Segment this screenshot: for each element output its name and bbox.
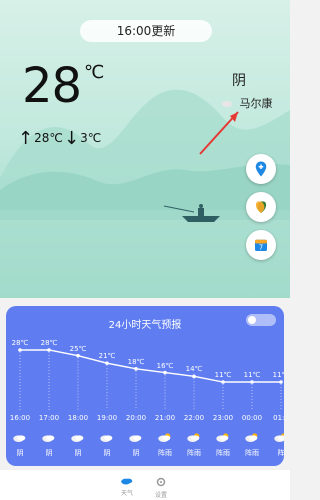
location-button[interactable] [246, 154, 276, 184]
hour-time: 20:00 [125, 414, 147, 422]
arrow-down-icon: ↓ [64, 128, 80, 149]
sun-rain-icon [187, 433, 200, 442]
nav-settings[interactable]: 设置 [146, 476, 176, 499]
hour-condition: 阵雨 [158, 449, 172, 457]
sun-rain-icon [245, 433, 258, 442]
cloud-icon [100, 435, 113, 442]
hour-condition: 阴 [45, 449, 53, 457]
temperature-point [134, 367, 138, 371]
hour-time: 23:00 [212, 414, 234, 422]
hour-temperature: 21℃ [98, 352, 116, 361]
hour-temperature: 16℃ [156, 361, 174, 370]
temperature-point [250, 380, 254, 384]
hour-temperature: 14℃ [185, 365, 203, 374]
temperature-point [18, 348, 22, 352]
cloud-icon [121, 478, 133, 485]
low-temperature: ↓3℃ [64, 128, 102, 149]
map-pin-icon [255, 161, 267, 177]
cloud-icon [71, 435, 84, 442]
hour-time: 22:00 [183, 414, 205, 422]
sun-rain-icon [158, 433, 171, 442]
weather-hero: 16:00更新 28 ℃ ↑28℃ ↓3℃ 阴 马尔康 7 [0, 0, 290, 298]
hourly-forecast-card: 24小时天气预报 28℃ 16:00 阴 28℃ 17:00 阴 25℃ 18:00 阴 21℃ 1… [6, 306, 284, 466]
temperature-point [192, 374, 196, 379]
hour-time: 21:00 [154, 414, 176, 422]
hour-condition: 阴 [16, 449, 24, 457]
temperature-point [279, 380, 283, 384]
calendar-icon: 7 [255, 239, 267, 252]
arrow-up-icon: ↑ [18, 128, 34, 149]
hour-temperature: 25℃ [69, 344, 87, 353]
gear-icon [156, 477, 166, 487]
cloud-icon [42, 435, 55, 442]
temperature-point [47, 348, 51, 352]
weather-condition: 阴 [232, 73, 246, 89]
hour-time: 16:00 [9, 414, 31, 422]
temperature-point [105, 361, 109, 365]
life-index-button[interactable] [246, 192, 276, 222]
calendar-button[interactable]: 7 [246, 230, 276, 260]
high-temperature: ↑28℃ [18, 128, 63, 149]
hour-temperature: 18℃ [127, 357, 145, 366]
hour-temperature: 11℃ [243, 371, 261, 379]
nav-settings-label: 设置 [154, 492, 167, 499]
temperature-point [76, 353, 80, 358]
temperature-unit: ℃ [84, 62, 105, 83]
cloud-icon [129, 435, 142, 442]
leaf-icon [255, 201, 267, 213]
hour-time: 00:00 [241, 414, 263, 422]
bottom-navigation: 天气 设置 [0, 470, 290, 500]
sun-rain-icon [216, 433, 229, 442]
sun-rain-icon [274, 433, 284, 442]
nav-weather[interactable]: 天气 [112, 476, 142, 497]
hour-time: 17:00 [38, 414, 60, 422]
hour-time: 19:00 [96, 414, 118, 422]
temperature-point [221, 380, 225, 384]
cloud-icon [13, 435, 26, 442]
hour-temperature: 11℃ [214, 371, 232, 379]
update-time-pill: 16:00更新 [80, 20, 212, 42]
hour-temperature: 28℃ [40, 339, 58, 347]
current-temperature: 28 [22, 58, 82, 114]
hour-condition: 阴 [132, 449, 140, 457]
hour-condition: 阵雨 [216, 449, 230, 457]
nav-weather-label: 天气 [120, 490, 133, 497]
hour-time: 01:0 [273, 414, 284, 422]
hour-condition: 阵雨 [187, 449, 201, 457]
hour-condition: 阴 [103, 449, 111, 457]
temperature-point [163, 370, 167, 375]
hour-condition: 阴 [74, 449, 82, 457]
svg-text:7: 7 [259, 244, 263, 252]
hour-temperature: 11℃ [272, 371, 284, 379]
hour-condition: 阵雨 [245, 449, 259, 457]
hour-temperature: 28℃ [11, 339, 29, 347]
hour-condition: 阵 [277, 449, 285, 457]
hour-time: 18:00 [67, 414, 89, 422]
